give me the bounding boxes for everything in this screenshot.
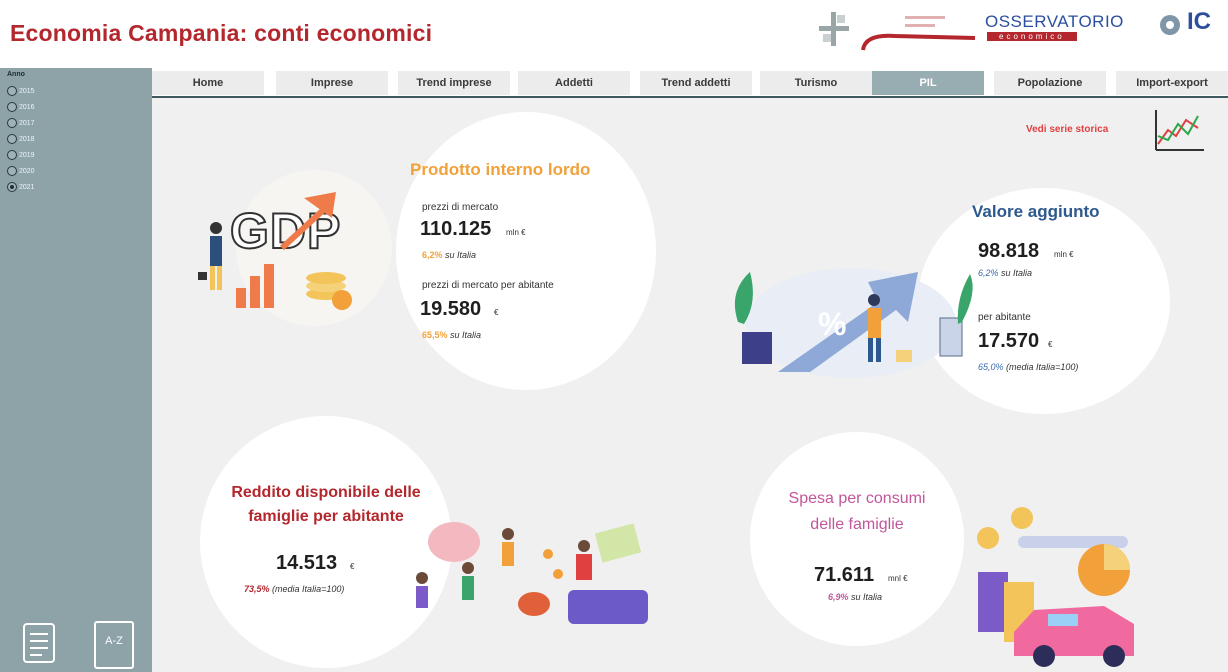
spesa-card [750,432,964,646]
tab-home[interactable]: Home [152,71,264,95]
percent-illustration-icon [734,272,973,372]
trend-chart-icon[interactable] [1152,106,1206,152]
valore-unit: mln € [1054,250,1074,259]
radio-button[interactable] [7,118,17,128]
year-option[interactable]: 2020 [7,165,35,177]
valore-abitante-value: 17.570 [978,330,1040,352]
pil-mercato-pct: 6,2% su Italia [422,250,477,260]
valore-abitante-pct: 65,0% (media Italia=100) [978,362,1079,372]
gdp-illustration-icon [198,192,352,310]
nav-tabs: Home Imprese Trend imprese Addetti Trend… [152,71,1228,97]
tab-import-export[interactable]: Import-export [1116,71,1228,95]
a-z-label: A-Z [105,635,123,647]
spesa-unit: mnl € [888,574,908,583]
radio-button[interactable] [7,134,17,144]
tab-addetti[interactable]: Addetti [518,71,630,95]
year-filter-title: Anno [7,71,25,78]
radio-button[interactable] [7,102,17,112]
spesa-title: Spesa per consumi delle famiglie [788,490,926,533]
pil-mercato-value: 110.125 [420,218,492,240]
radio-button[interactable] [7,86,17,96]
year-option[interactable]: 2016 [7,101,35,113]
tab-trend-addetti[interactable]: Trend addetti [640,71,752,95]
tab-pil[interactable]: PIL [872,71,984,95]
spesa-value: 71.611 [814,564,875,586]
pil-abitante-pct: 65,5% su Italia [422,330,482,340]
year-option-selected[interactable]: 2021 [7,181,35,193]
sidebar: Anno 2015 2016 2017 2018 2019 2020 2021 … [0,68,152,672]
year-option[interactable]: 2018 [7,133,35,145]
pil-abitante-label: prezzi di mercato per abitante [422,280,554,291]
observatory-logo-sub: economico [987,32,1077,41]
a-z-dictionary-icon[interactable]: A-Z [94,621,134,669]
family-money-illustration-icon [416,522,648,624]
pil-title: Prodotto interno lordo [410,160,591,179]
radio-button-selected[interactable] [7,182,17,192]
year-option[interactable]: 2017 [7,117,35,129]
year-option[interactable]: 2019 [7,149,35,161]
pil-mercato-label: prezzi di mercato [422,202,499,213]
gear-logo-icon [1160,15,1180,35]
tab-turismo[interactable]: Turismo [760,71,872,95]
pil-abitante-value: 19.580 [420,298,482,320]
observatory-logo-text: OSSERVATORIO [985,12,1124,31]
tab-popolazione[interactable]: Popolazione [994,71,1106,95]
valore-abitante-unit: € [1048,340,1053,349]
header-logos: OSSERVATORIO economico IC [815,6,1228,58]
pil-abitante-unit: € [494,308,499,317]
year-option[interactable]: 2015 [7,85,35,97]
valore-value: 98.818 [978,240,1040,262]
consumer-spending-illustration-icon [977,507,1134,667]
notebook-icon[interactable] [20,620,62,666]
pil-mercato-unit: mln € [506,228,526,237]
ic-logo-text: IC [1187,8,1211,35]
reddito-pct: 73,5% (media Italia=100) [244,584,345,594]
valore-title: Valore aggiunto [972,202,1100,221]
radio-button[interactable] [7,150,17,160]
valore-abitante-label: per abitante [978,312,1031,323]
valore-pct: 6,2% su Italia [978,268,1033,278]
spesa-pct: 6,9% su Italia [828,592,883,602]
tab-trend-imprese[interactable]: Trend imprese [398,71,510,95]
reddito-unit: € [350,562,355,571]
main-panel: Vedi serie storica Prodotto interno lord… [152,98,1228,672]
reddito-value: 14.513 [276,552,338,574]
page-title: Economia Campania: conti economici [10,20,433,46]
percent-symbol: % [818,306,847,342]
radio-button[interactable] [7,166,17,176]
partner-logo-swoosh-icon [861,16,975,51]
tab-imprese[interactable]: Imprese [276,71,388,95]
serie-storica-link[interactable]: Vedi serie storica [1026,124,1108,135]
